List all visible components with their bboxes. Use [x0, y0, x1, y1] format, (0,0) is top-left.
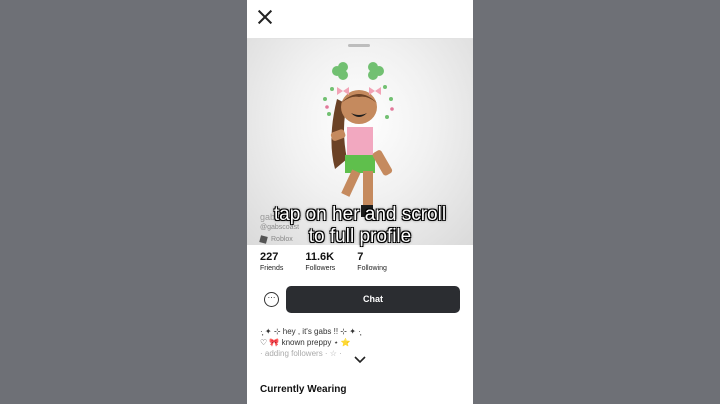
- stat-value: 7: [357, 251, 364, 263]
- caption-line-1: tap on her and scroll: [273, 204, 447, 225]
- top-bar: [247, 0, 473, 39]
- stat-value: 227: [260, 251, 279, 263]
- chat-button[interactable]: Chat: [286, 286, 460, 313]
- stat-friends[interactable]: 227 Friends: [260, 251, 283, 272]
- bio-text: ·̩͙ ✦ ⊹ hey , it's gabs !! ⊹ ✦ ·̩͙ ♡ 🎀 k…: [260, 326, 460, 359]
- drag-handle[interactable]: [348, 44, 370, 47]
- bio-line: ·̩͙ ✦ ⊹ hey , it's gabs !! ⊹ ✦ ·̩͙: [260, 327, 361, 336]
- stats-row: 227 Friends 11.6K Followers 7 Following: [260, 251, 409, 272]
- stat-label: Followers: [305, 265, 336, 272]
- currently-wearing-heading: Currently Wearing: [260, 384, 347, 395]
- stat-followers[interactable]: 11.6K Followers: [305, 251, 335, 272]
- close-icon[interactable]: [257, 9, 273, 25]
- stat-value: 11.6K: [305, 251, 335, 263]
- stat-label: Following: [357, 265, 387, 272]
- chevron-down-icon[interactable]: [354, 356, 366, 364]
- stat-label: Friends: [260, 265, 284, 272]
- more-options-icon[interactable]: ⋯: [264, 292, 279, 307]
- caption-line-2: to full profile: [308, 226, 412, 247]
- stat-following[interactable]: 7 Following: [357, 251, 387, 272]
- profile-sheet: gabscoast @gabscoast Roblox tap on her a…: [247, 0, 473, 404]
- bio-line: ♡ 🎀 known preppy ⋆ ⭐: [260, 338, 351, 347]
